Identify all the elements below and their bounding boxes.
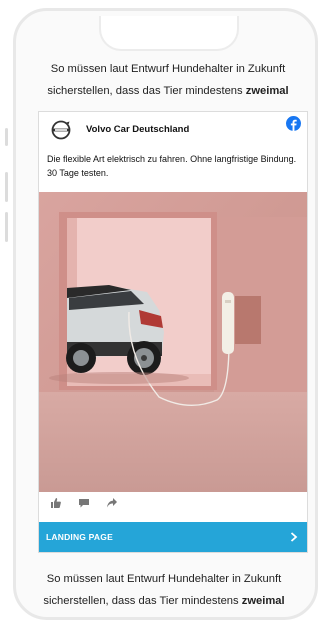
ad-image[interactable] (39, 192, 307, 492)
article-text-plain: sicherstellen, dass das Tier mindestens (47, 85, 246, 97)
volvo-logo-icon (51, 120, 71, 140)
phone-side-button (5, 128, 8, 146)
ad-reactions (51, 495, 171, 515)
article-line: So müssen laut Entwurf Hundehalter in Zu… (46, 573, 282, 585)
chevron-right-icon (290, 532, 298, 542)
phone-volume-down (5, 212, 8, 242)
article-text-bold: zweimal (245, 85, 289, 97)
ad-copy-text: Die flexible Art elektrisch zu fahren. O… (47, 154, 297, 178)
ad-header: Volvo Car Deutschland (39, 112, 307, 148)
like-icon[interactable] (51, 498, 61, 508)
comment-icon[interactable] (79, 498, 89, 508)
article-text-bottom: So müssen laut Entwurf Hundehalter in Zu… (24, 568, 304, 612)
landing-page-button[interactable]: LANDING PAGE (39, 522, 307, 552)
article-line: sicherstellen, dass das Tier mindestens … (24, 590, 304, 612)
article-text-bold: zweimal (241, 595, 285, 607)
facebook-icon (286, 116, 301, 131)
advertiser-name[interactable]: Volvo Car Deutschland (86, 124, 189, 135)
car-charging-illustration (39, 192, 307, 492)
article-line: So müssen laut Entwurf Hundehalter in Zu… (50, 63, 286, 75)
article-text-top: So müssen laut Entwurf Hundehalter in Zu… (28, 58, 308, 102)
cta-label: LANDING PAGE (46, 532, 113, 542)
article-text-plain: sicherstellen, dass das Tier mindestens (43, 595, 242, 607)
phone-notch (99, 16, 239, 51)
phone-volume-up (5, 172, 8, 202)
sponsored-ad-card[interactable]: Volvo Car Deutschland Die flexible Art e… (38, 111, 308, 553)
article-line: sicherstellen, dass das Tier mindestens … (28, 80, 308, 102)
share-icon[interactable] (107, 498, 117, 508)
